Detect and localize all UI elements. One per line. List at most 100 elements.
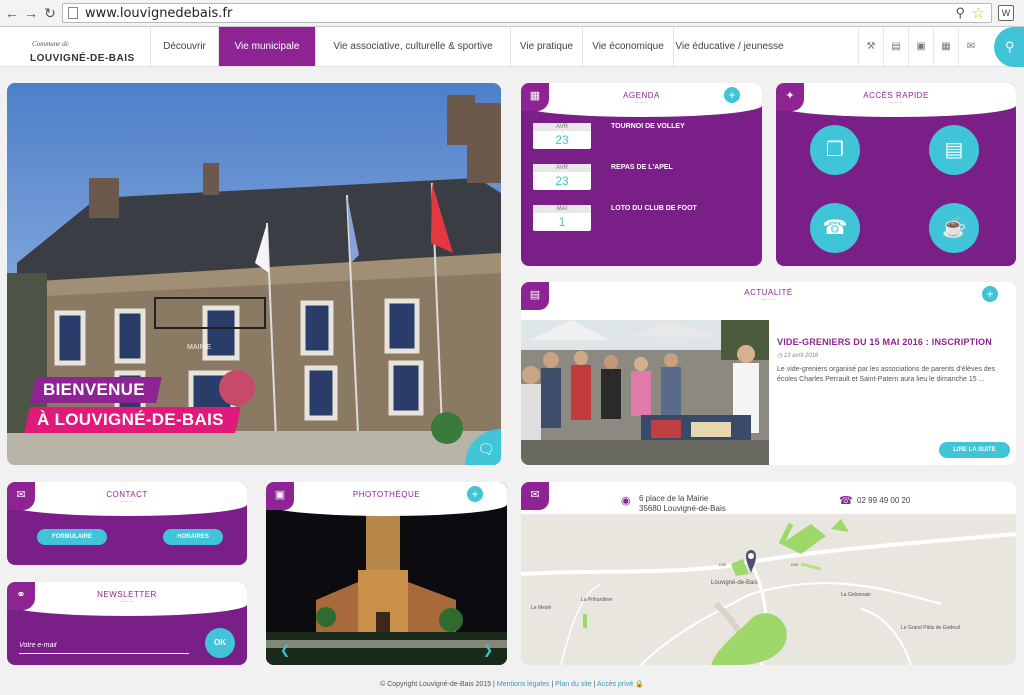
read-more-button[interactable]: LIRE LA SUITE [939,442,1010,458]
logo-big-text: LOUVIGNÉ-DE-BAIS [30,53,135,64]
book-icon[interactable]: ▤ [883,27,908,66]
clock-icon: ◷ [777,353,784,359]
private-access-link[interactable]: Accès privé [597,681,633,688]
event-day: 1 [558,215,566,229]
event-month: AVR [533,123,591,131]
event-date: MAI 1 [533,205,591,231]
agenda-event[interactable]: AVR 23 TOURNOI DE VOLLEY [533,123,743,149]
site-logo[interactable]: Commune de LOUVIGNÉ-DE-BAIS [30,40,135,66]
search-icon: ⚲ [1005,39,1015,54]
menu-item[interactable]: Vie économique [582,27,673,66]
wrench-icon[interactable]: ⚒ [858,27,883,66]
menu-item[interactable]: Vie municipale [218,27,315,66]
menu-item[interactable]: Vie éducative / jeunesse [673,27,785,66]
newsletter-title: NEWSLETTER [7,590,247,605]
open-book-icon[interactable]: ▤ [929,125,979,175]
phone-icon[interactable]: ☎ [810,203,860,253]
map-label: La Prihardière [581,597,613,603]
menu-item[interactable]: Découvrir [150,27,218,66]
forward-icon[interactable]: → [23,5,39,21]
gallery-widget: ▣ PHOTOTHÈQUE + ❮ ❯ [266,482,507,665]
event-day: 23 [555,133,569,147]
welcome-line-1-text: BIENVENUE [43,380,145,399]
welcome-line-2-text: À LOUVIGNÉ-DE-BAIS [37,410,224,429]
sitemap-link[interactable]: Plan du site [555,681,592,688]
agenda-event[interactable]: MAI 1 LOTO DU CLUB DE FOOT [533,205,743,231]
site-footer: © Copyright Louvigné-de-Bais 2015 | Ment… [0,680,1024,688]
logo-small-text: Commune de [32,40,69,48]
chevron-left-icon[interactable]: ❮ [280,643,290,657]
news-headline[interactable]: VIDE-GRENIERS DU 15 MAI 2016 : INSCRIPTI… [777,337,992,347]
quick-access-title: ACCÈS RAPIDE [776,91,1016,106]
news-photo[interactable] [521,320,769,465]
hero-banner: MAIRIE BIENVENUE À LOUVIGNÉ-DE-BAIS 🗨 [7,83,501,465]
opening-hours-button[interactable]: HORAIRES [163,529,223,545]
map-label: D95 [719,562,727,567]
calendar-icon: ▦ [521,83,549,111]
search-button[interactable]: ⚲ [994,27,1024,67]
back-icon[interactable]: ← [4,5,20,21]
zoom-icon[interactable]: ⚲ [955,5,965,21]
mail-icon[interactable]: ✉ [958,27,983,66]
pin-icon: ✦ [776,83,804,111]
extension-icon[interactable]: W [998,5,1014,21]
envelope-icon: ✉ [7,482,35,510]
event-title: REPAS DE L'APEL [611,164,673,171]
copyright-text: © Copyright Louvigné-de-Bais 2015 | [380,681,495,688]
map-label: Louvigné-de-Bais [711,580,758,586]
welcome-line-1: BIENVENUE [30,377,162,403]
main-menu: Découvrir Vie municipale Vie associative, … [150,27,785,66]
event-day: 23 [555,174,569,188]
address-line-1: 6 place de la Mairie [639,494,709,503]
menu-item[interactable]: Vie associative, culturelle & sportive [315,27,510,66]
map-label: D95 [791,562,799,567]
news-title: ACTUALITÉ [521,288,1016,303]
map-canvas[interactable]: Louvigné-de-Bais La Gidonnais Le Grand P… [521,514,1016,665]
chevron-right-icon[interactable]: ❯ [483,643,493,657]
newsletter-submit-button[interactable]: OK [205,628,235,658]
news-excerpt: Le vide-greniers organisé par les associ… [777,366,996,383]
welcome-line-2: À LOUVIGNÉ-DE-BAIS [24,407,241,433]
news-add-button[interactable]: + [982,286,998,302]
mairie-sign: MAIRIE [187,344,211,351]
footer-separator: | [593,681,596,688]
browser-toolbar: ← → ↻ www.louvignedebais.fr ⚲ ☆ W [0,0,1024,27]
agenda-widget: ▦ AGENDA + AVR23TOURNOI DE VOLLEYAVR23RE… [521,83,762,266]
share-icon: ⚭ [7,582,35,610]
event-title: TOURNOI DE VOLLEY [611,123,685,130]
envelope-icon: ✉ [521,482,549,510]
agenda-event[interactable]: AVR 23 REPAS DE L'APEL [533,164,743,190]
phone-number[interactable]: 02 99 49 00 20 [857,496,910,505]
address-bar[interactable]: www.louvignedebais.fr ⚲ ☆ [62,3,992,23]
agenda-add-button[interactable]: + [724,87,740,103]
newsletter-widget: ⚭ NEWSLETTER OK [7,582,247,665]
news-date-text: 13 avril 2016 [783,353,819,359]
contact-form-button[interactable]: FORMULAIRE [37,529,107,545]
gallery-add-button[interactable]: + [467,486,483,502]
event-title: LOTO DU CLUB DE FOOT [611,205,697,212]
news-widget: ▤ ACTUALITÉ + VIDE-GR [521,282,1016,465]
documents-icon[interactable]: ❐ [810,125,860,175]
legal-notice-link[interactable]: Mentions légales [497,681,550,688]
map-label: Le Meslé [531,605,552,611]
url-text[interactable]: www.louvignedebais.fr [85,6,232,21]
phone-icon: ☎ [839,495,853,507]
tool-icons: ⚒ ▤ ▣ ▦ ✉ [858,27,983,66]
flea-market-photo [521,320,769,465]
speech-bubble-icon: 🗨 [477,441,495,457]
reload-icon[interactable]: ↻ [42,5,58,21]
location-pin-icon: ◉ [621,495,631,507]
coffee-cup-icon[interactable]: ☕ [929,203,979,253]
event-month: AVR [533,164,591,172]
image-icon[interactable]: ▣ [908,27,933,66]
bookmark-star-icon[interactable]: ☆ [972,4,985,22]
newsletter-email-input[interactable] [19,638,189,654]
calendar-icon[interactable]: ▦ [933,27,958,66]
footer-separator: | [551,681,554,688]
site-header: Commune de LOUVIGNÉ-DE-BAIS Découvrir Vie… [0,27,1024,67]
contact-title: CONTACT [7,490,247,505]
menu-item[interactable]: Vie pratique [510,27,582,66]
event-date: AVR 23 [533,123,591,149]
contact-widget: ✉ CONTACT FORMULAIRE HORAIRES [7,482,247,565]
address: 6 place de la Mairie 35680 Louvigné-de-B… [639,494,726,514]
